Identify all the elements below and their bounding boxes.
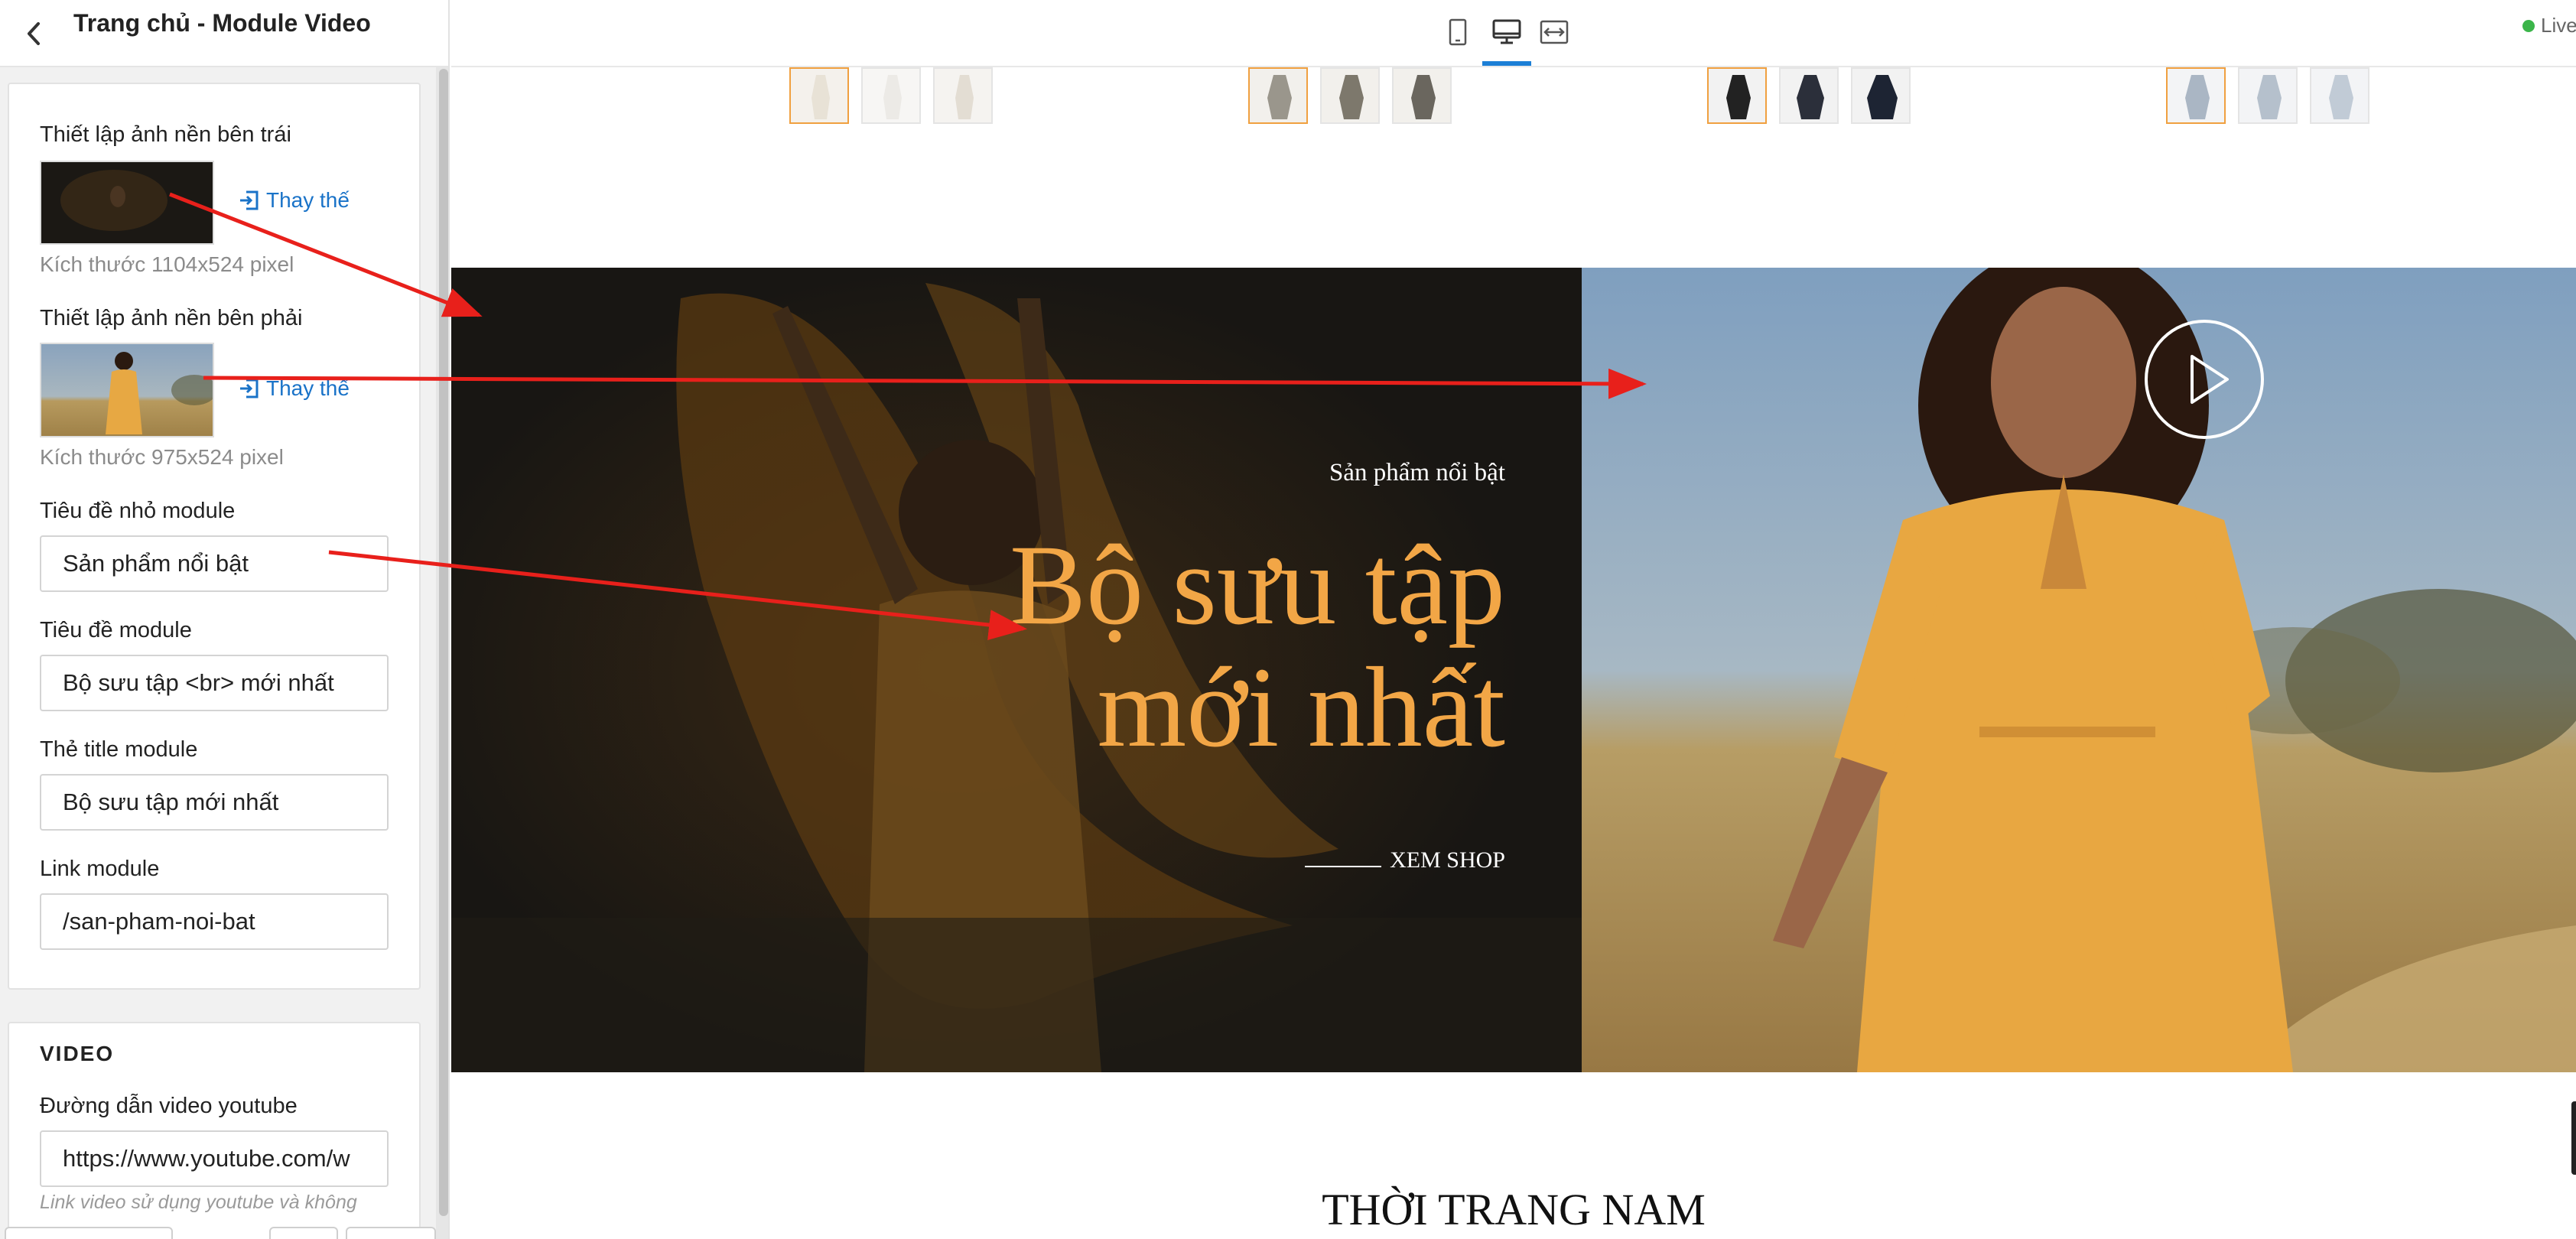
- right-bg-replace-button[interactable]: Thay thế: [237, 376, 350, 401]
- right-bg-thumbnail[interactable]: [40, 343, 214, 437]
- mobile-view-button[interactable]: [1436, 11, 1479, 54]
- shop-link[interactable]: XEM SHOP: [1390, 847, 1505, 873]
- sidebar-footer-button[interactable]: [269, 1227, 338, 1239]
- product-variant-thumb[interactable]: [1707, 67, 1767, 124]
- subtitle-field-label: Tiêu đề nhỏ module: [40, 499, 236, 523]
- right-bg-size-hint: Kích thước 975x524 pixel: [40, 445, 284, 469]
- left-bg-size-hint: Kích thước 1104x524 pixel: [40, 252, 294, 276]
- product-image: [791, 69, 847, 122]
- right-bg-replace-label: Thay thế: [266, 376, 350, 400]
- link-input[interactable]: [40, 893, 389, 950]
- product-image: [1709, 69, 1765, 122]
- section-heading: THỜI TRANG NAM: [1322, 1185, 1706, 1234]
- title-tag-field-label: Thẻ title module: [40, 737, 198, 762]
- right-bg-image: [41, 344, 213, 436]
- replace-icon: [240, 190, 259, 210]
- video-url-input[interactable]: [40, 1130, 389, 1187]
- left-bg-label: Thiết lập ảnh nền bên trái: [40, 122, 291, 147]
- sidebar-header: Trang chủ - Module Video: [0, 0, 448, 67]
- back-button[interactable]: [11, 11, 57, 57]
- product-variant-thumb[interactable]: [1779, 67, 1839, 124]
- active-device-indicator: [1482, 61, 1531, 66]
- product-image: [2239, 69, 2296, 122]
- product-variant-thumb[interactable]: [1248, 67, 1308, 124]
- page-title: Trang chủ - Module Video: [73, 9, 371, 37]
- product-image: [1250, 69, 1306, 122]
- shop-link-line: [1305, 866, 1381, 867]
- sidebar-footer-button[interactable]: [5, 1227, 173, 1239]
- product-variant-thumb[interactable]: [1320, 67, 1380, 124]
- desktop-view-button[interactable]: [1485, 11, 1528, 54]
- right-background-image: [1582, 268, 2576, 1072]
- subtitle-input[interactable]: [40, 535, 389, 592]
- settings-sidebar: Trang chủ - Module Video Thiết lập ảnh n…: [0, 0, 450, 1239]
- product-variant-thumb[interactable]: [933, 67, 993, 124]
- play-video-button[interactable]: [2145, 320, 2264, 439]
- product-variant-thumb[interactable]: [1851, 67, 1911, 124]
- sidebar-footer-button[interactable]: [346, 1227, 436, 1239]
- expand-width-icon: [1540, 20, 1569, 44]
- fullwidth-view-button[interactable]: [1533, 11, 1576, 54]
- product-variant-thumb[interactable]: [861, 67, 921, 124]
- product-image: [2311, 69, 2368, 122]
- replace-icon: [240, 379, 259, 398]
- product-image: [935, 69, 991, 122]
- product-variant-thumb[interactable]: [2238, 67, 2298, 124]
- product-image: [2168, 69, 2224, 122]
- product-image: [863, 69, 919, 122]
- title-input[interactable]: [40, 655, 389, 711]
- desktop-icon: [1492, 19, 1521, 44]
- mobile-icon: [1449, 18, 1467, 46]
- product-variant-thumb[interactable]: [789, 67, 849, 124]
- live-dot-icon: [2522, 19, 2535, 32]
- side-tab-handle[interactable]: [2571, 1101, 2576, 1175]
- left-bg-replace-button[interactable]: Thay thế: [237, 188, 350, 213]
- product-image: [1322, 69, 1378, 122]
- page-preview: Sản phẩm nổi bật Bộ sưu tập mới nhất XEM…: [451, 67, 2576, 1239]
- live-status: Live: [2522, 14, 2576, 37]
- product-variant-thumb[interactable]: [2166, 67, 2226, 124]
- left-bg-image: [41, 162, 213, 243]
- module-subtitle: Sản phẩm nổi bật: [1329, 459, 1505, 486]
- video-section-title: VIDEO: [40, 1042, 115, 1065]
- link-field-label: Link module: [40, 857, 160, 881]
- product-variant-thumb[interactable]: [2310, 67, 2369, 124]
- video-module-right-panel: [1582, 268, 2576, 1072]
- video-url-hint: Link video sử dụng youtube và không: [40, 1192, 357, 1213]
- product-variant-thumb[interactable]: [1392, 67, 1452, 124]
- left-bg-thumbnail[interactable]: [40, 161, 214, 245]
- product-image: [1394, 69, 1450, 122]
- module-title-line-1: Bộ sưu tập: [1010, 522, 1505, 649]
- video-url-label: Đường dẫn video youtube: [40, 1094, 298, 1118]
- left-bg-replace-label: Thay thế: [266, 188, 350, 212]
- product-image: [1781, 69, 1837, 122]
- chevron-left-icon: [28, 22, 40, 45]
- product-image: [1852, 69, 1909, 122]
- module-title-line-2: mới nhất: [1097, 644, 1505, 771]
- title-field-label: Tiêu đề module: [40, 618, 192, 642]
- sidebar-scroll-thumb[interactable]: [439, 69, 448, 1216]
- video-module-left-panel: Sản phẩm nổi bật Bộ sưu tập mới nhất XEM…: [451, 268, 1582, 1072]
- live-label: Live: [2541, 14, 2576, 37]
- play-icon: [2191, 355, 2229, 404]
- right-bg-label: Thiết lập ảnh nền bên phải: [40, 306, 303, 330]
- title-tag-input[interactable]: [40, 774, 389, 831]
